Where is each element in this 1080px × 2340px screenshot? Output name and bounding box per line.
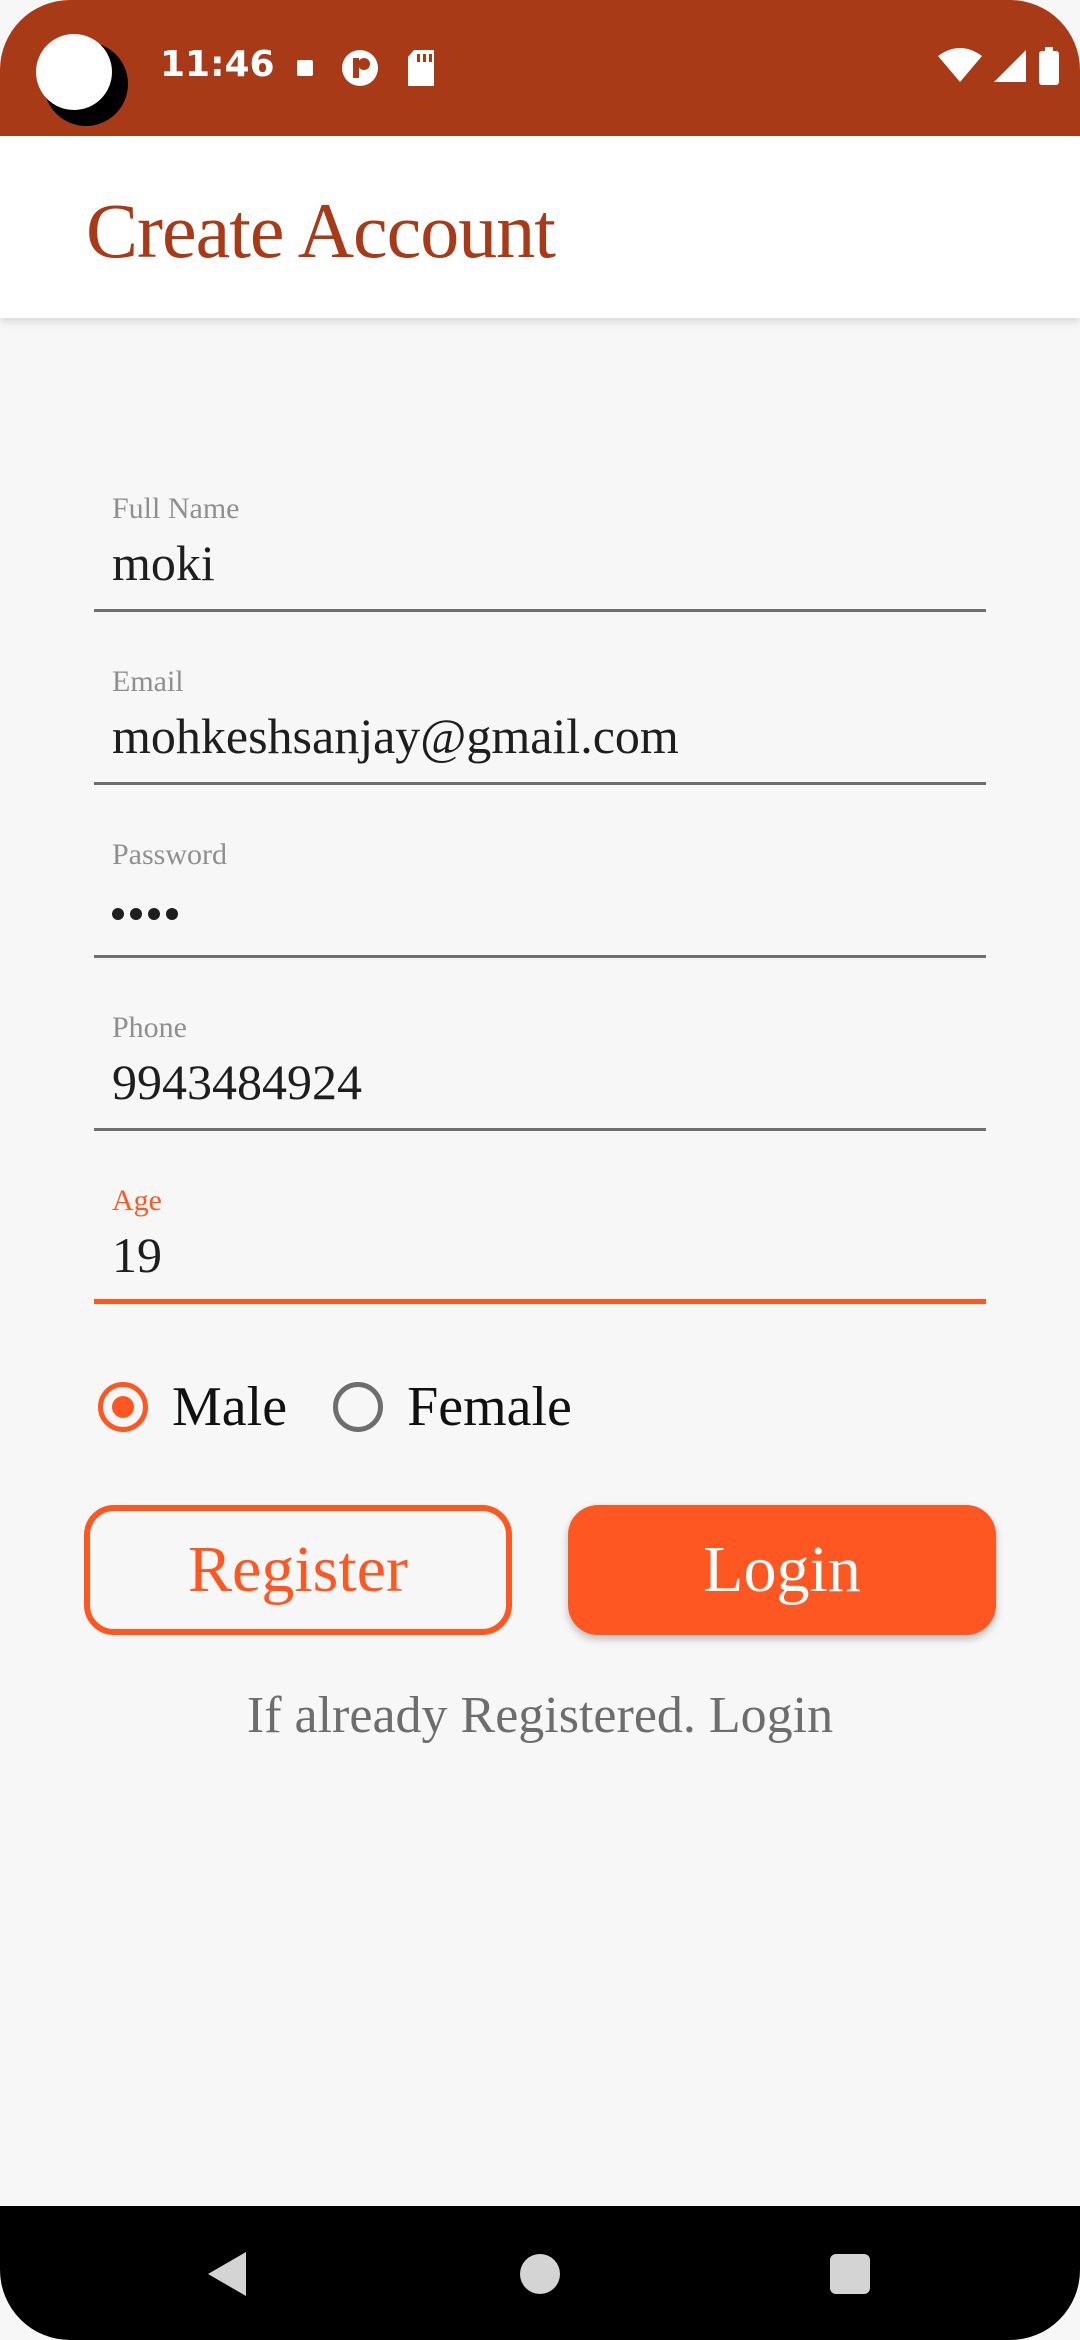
radio-female[interactable]: Female bbox=[333, 1375, 572, 1439]
login-button[interactable]: Login bbox=[568, 1505, 996, 1635]
phone-field[interactable]: Phone 9943484924 bbox=[94, 1011, 986, 1131]
password-label: Password bbox=[112, 838, 228, 871]
recents-icon[interactable] bbox=[830, 2254, 870, 2294]
field-underline bbox=[94, 782, 986, 785]
home-icon[interactable] bbox=[520, 2254, 560, 2294]
app-notification-icon bbox=[340, 48, 380, 92]
radio-unchecked-icon[interactable] bbox=[333, 1382, 384, 1432]
wifi-icon bbox=[938, 48, 982, 88]
login-link[interactable]: If already Registered. Login bbox=[0, 1686, 1080, 1745]
stop-icon bbox=[296, 59, 314, 81]
field-underline bbox=[94, 955, 986, 958]
radio-male-label[interactable]: Male bbox=[172, 1375, 287, 1439]
full-name-label: Full Name bbox=[112, 492, 240, 525]
age-field[interactable]: Age 19 bbox=[94, 1184, 986, 1304]
full-name-field[interactable]: Full Name moki bbox=[94, 492, 986, 612]
field-underline bbox=[94, 609, 986, 612]
email-label: Email bbox=[112, 665, 184, 698]
page-title: Create Account bbox=[86, 187, 556, 274]
status-bar: 11:46 bbox=[0, 0, 1080, 136]
status-time: 11:46 bbox=[160, 44, 275, 85]
sd-card-icon bbox=[406, 50, 436, 90]
cell-signal-icon bbox=[992, 48, 1028, 88]
battery-icon bbox=[1038, 47, 1060, 89]
gender-radio-group: Male Female bbox=[98, 1375, 618, 1439]
phone-label: Phone bbox=[112, 1011, 187, 1044]
radio-male[interactable]: Male bbox=[98, 1375, 287, 1439]
full-name-value[interactable]: moki bbox=[112, 534, 215, 592]
navigation-bar bbox=[0, 2206, 1080, 2340]
field-underline-focused bbox=[94, 1299, 986, 1304]
age-label: Age bbox=[112, 1184, 162, 1217]
app-bar: Create Account bbox=[0, 136, 1080, 318]
field-underline bbox=[94, 1128, 986, 1131]
camera-cutout-icon bbox=[32, 30, 128, 126]
back-icon[interactable] bbox=[206, 2250, 248, 2302]
email-field[interactable]: Email mohkeshsanjay@gmail.com bbox=[94, 665, 986, 785]
password-field[interactable]: Password bbox=[94, 838, 986, 958]
age-value[interactable]: 19 bbox=[112, 1226, 162, 1284]
register-button[interactable]: Register bbox=[84, 1505, 512, 1635]
password-mask[interactable] bbox=[112, 908, 178, 920]
radio-checked-icon[interactable] bbox=[98, 1382, 148, 1432]
phone-value[interactable]: 9943484924 bbox=[112, 1053, 362, 1111]
radio-female-label[interactable]: Female bbox=[407, 1375, 572, 1439]
email-value[interactable]: mohkeshsanjay@gmail.com bbox=[112, 707, 679, 765]
